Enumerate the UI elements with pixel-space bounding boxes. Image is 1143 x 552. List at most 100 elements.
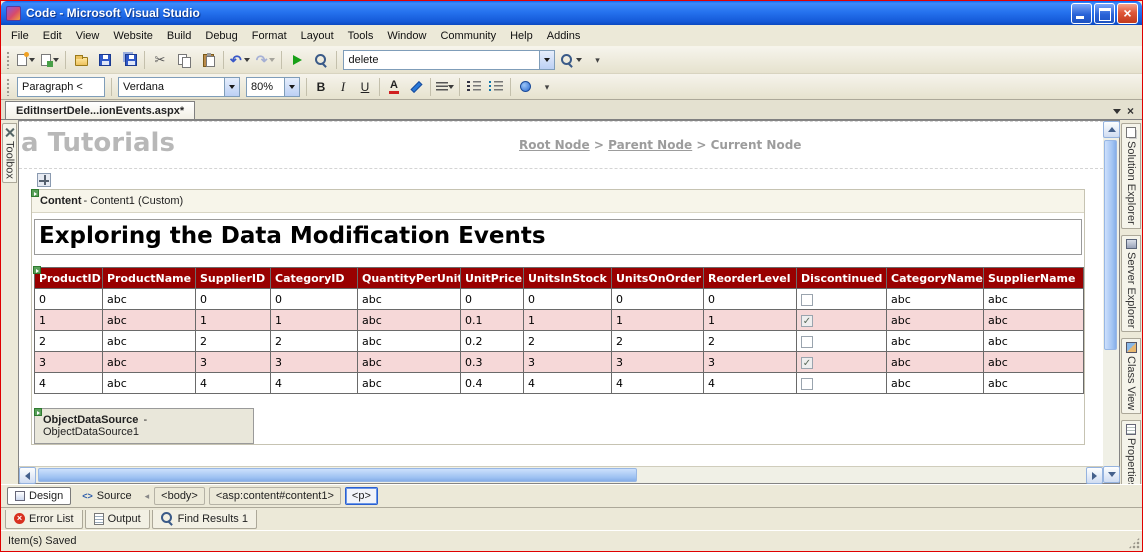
font-name-combo[interactable]: Verdana (118, 77, 240, 97)
menu-item-website[interactable]: Website (106, 27, 160, 45)
toolbar-separator (144, 51, 145, 69)
scroll-left-button[interactable] (19, 467, 36, 484)
toolbar-options-button[interactable] (536, 77, 558, 97)
panel-tab-find-results[interactable]: Find Results 1 (152, 510, 257, 529)
side-tab-server-explorer[interactable]: Server Explorer (1121, 235, 1141, 332)
menu-item-window[interactable]: Window (380, 27, 433, 45)
breadcrumb-link[interactable]: Root Node (519, 138, 590, 152)
horizontal-scrollbar[interactable] (19, 466, 1103, 483)
menu-item-help[interactable]: Help (503, 27, 540, 45)
horizontal-scroll-thumb[interactable] (38, 468, 637, 482)
horizontal-scroll-track[interactable] (36, 467, 1086, 483)
cut-button[interactable] (148, 49, 172, 71)
gridview-control[interactable]: ProductIDProductNameSupplierIDCategoryID… (34, 267, 1082, 394)
breadcrumb-separator: > (692, 138, 710, 152)
panel-tab-output[interactable]: Output (85, 510, 150, 529)
underline-button[interactable]: U (354, 77, 376, 97)
bottom-panel-tabs: Error ListOutputFind Results 1 (1, 507, 1142, 530)
tag-navigator-scroll-left-icon[interactable]: ◂ (143, 491, 152, 502)
panel-tab-error-list[interactable]: Error List (5, 510, 83, 529)
resize-grip[interactable] (1128, 537, 1140, 549)
document-tab[interactable]: EditInsertDele...ionEvents.aspx* (5, 101, 195, 119)
view-in-browser-button[interactable] (309, 49, 333, 71)
side-tab-class-view[interactable]: Class View (1121, 338, 1141, 414)
search-combo-dropdown-button[interactable] (539, 51, 554, 69)
vertical-scroll-track[interactable] (1103, 138, 1119, 466)
grid-header-cell: ReorderLevel (704, 268, 797, 289)
design-view-button[interactable]: Design (7, 487, 71, 505)
view-in-browser-icon (315, 54, 328, 67)
content-control[interactable]: Content - Content1 (Custom) Exploring th… (31, 189, 1085, 445)
save-button[interactable] (93, 49, 117, 71)
menu-item-file[interactable]: File (4, 27, 36, 45)
undo-button[interactable] (227, 49, 253, 71)
scroll-down-button[interactable] (1103, 466, 1120, 483)
grid-checkbox-cell: ✓ (797, 310, 887, 331)
maximize-button[interactable] (1094, 3, 1115, 24)
bullet-list-button[interactable] (485, 77, 507, 97)
objectdatasource-control[interactable]: ObjectDataSource - ObjectDataSource1 (34, 408, 254, 444)
grid-header-cell: CategoryName (887, 268, 984, 289)
search-combo[interactable]: delete (343, 50, 555, 70)
scroll-up-button[interactable] (1103, 121, 1120, 138)
font-color-button[interactable]: A (383, 77, 405, 97)
font-size-combo[interactable]: 80% (246, 77, 300, 97)
copy-button[interactable] (172, 49, 196, 71)
toolbox-tab[interactable]: Toolbox (2, 123, 17, 183)
source-view-button[interactable]: Source (74, 487, 139, 505)
grid-row: 0abc00abc0000abcabc (35, 289, 1084, 310)
title-bar[interactable]: Code - Microsoft Visual Studio (1, 1, 1142, 25)
menu-item-view[interactable]: View (69, 27, 107, 45)
bold-button[interactable]: B (310, 77, 332, 97)
toolbar-grip[interactable] (6, 51, 11, 69)
paste-button[interactable] (196, 49, 220, 71)
menu-item-build[interactable]: Build (160, 27, 198, 45)
toolbar-options-button[interactable] (585, 49, 609, 71)
menu-item-addins[interactable]: Addins (540, 27, 588, 45)
side-tab-solution-explorer[interactable]: Solution Explorer (1121, 123, 1141, 229)
menu-item-community[interactable]: Community (433, 27, 503, 45)
design-surface[interactable]: a Tutorials Root Node > Parent Node > Cu… (19, 121, 1103, 466)
highlight-button[interactable] (405, 77, 427, 97)
scroll-right-button[interactable] (1086, 467, 1103, 484)
save-icon (99, 54, 111, 66)
close-button[interactable] (1117, 3, 1138, 24)
objectdatasource-name: ObjectDataSource (43, 414, 138, 426)
hyperlink-button[interactable] (514, 77, 536, 97)
tag-navigator-item[interactable]: <p> (345, 487, 378, 505)
italic-button[interactable]: I (332, 77, 354, 97)
vertical-scroll-thumb[interactable] (1104, 140, 1117, 350)
open-file-button[interactable] (69, 49, 93, 71)
toolbar-grip[interactable] (6, 78, 11, 96)
active-files-dropdown-icon[interactable] (1113, 109, 1121, 114)
content-control-header[interactable]: Content - Content1 (Custom) (32, 190, 1084, 213)
selected-paragraph[interactable]: Exploring the Data Modification Events (34, 219, 1082, 255)
redo-button[interactable] (253, 49, 279, 71)
highlight-icon (410, 80, 422, 92)
vertical-scrollbar[interactable] (1103, 120, 1120, 484)
menu-item-layout[interactable]: Layout (294, 27, 341, 45)
minimize-button[interactable] (1071, 3, 1092, 24)
side-tab-properties[interactable]: Properties (1121, 420, 1141, 492)
tag-navigator-item[interactable]: <body> (154, 487, 205, 505)
menu-item-tools[interactable]: Tools (341, 27, 381, 45)
numbered-list-button[interactable] (463, 77, 485, 97)
alignment-button[interactable] (434, 77, 456, 97)
grid-cell: 0 (196, 289, 271, 310)
find-button[interactable] (558, 49, 585, 71)
breadcrumb-link[interactable]: Parent Node (608, 138, 692, 152)
block-format-combo[interactable]: Paragraph < (17, 77, 105, 97)
close-document-icon[interactable]: × (1127, 106, 1134, 116)
font-name-dropdown-button[interactable] (224, 78, 239, 96)
menu-item-edit[interactable]: Edit (36, 27, 69, 45)
add-item-button[interactable] (38, 49, 62, 71)
menu-item-format[interactable]: Format (245, 27, 294, 45)
save-all-button[interactable] (117, 49, 141, 71)
move-handle-icon[interactable] (37, 173, 51, 187)
new-file-button[interactable] (14, 49, 38, 71)
start-debug-button[interactable] (285, 49, 309, 71)
font-size-dropdown-button[interactable] (284, 78, 299, 96)
tag-navigator-item[interactable]: <asp:content#content1> (209, 487, 341, 505)
menu-item-debug[interactable]: Debug (198, 27, 244, 45)
status-bar: Item(s) Saved (1, 530, 1142, 551)
